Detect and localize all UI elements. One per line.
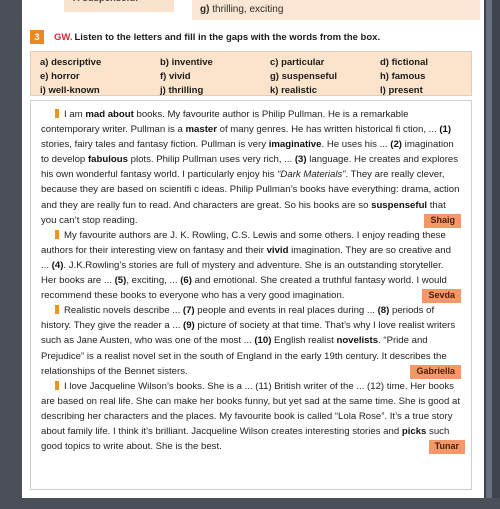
passage-text: stories, fairy tales and fantasy fiction… — [41, 139, 269, 151]
word-bank-item[interactable]: f) vivid — [160, 70, 270, 83]
author-name-badge: Sevda — [422, 289, 461, 304]
exercise-number-badge: 3 — [30, 30, 44, 44]
word-bank-grid: a) descriptive b) inventive c) particular d… — [31, 56, 471, 97]
word-bank-item[interactable]: c) particular — [270, 56, 380, 69]
passage-italic-text: “Dark Materials” — [277, 169, 346, 181]
passage-text: of many genres. He has written historica… — [216, 124, 440, 136]
previous-exercise-left-item: 7. suspenseful — [72, 0, 138, 4]
passage-text: I am — [64, 109, 86, 120]
paragraph-marker-icon — [55, 229, 59, 239]
passage-bold-text: mad about — [85, 109, 134, 120]
passage-bold-text: (5) — [114, 275, 127, 287]
exercise-heading: 3 GW. Listen to the letters and fill in … — [30, 29, 480, 45]
passage-text: Realistic novels describe ... — [64, 305, 183, 317]
passage-bold-text: picks — [401, 425, 427, 437]
passage-bold-text: (3) — [294, 154, 307, 166]
author-name-badge: Gabriella — [410, 364, 461, 379]
passage-bold-text: (4) — [51, 259, 64, 271]
previous-exercise-right-letter: g) — [200, 4, 210, 15]
word-bank-item[interactable]: h) famous — [380, 70, 480, 83]
bottom-gutter — [0, 498, 500, 509]
page-edge-shadow — [486, 0, 492, 498]
word-bank-item[interactable]: i) well-known — [40, 84, 160, 97]
passage-bold-text: (9) — [183, 320, 195, 332]
paragraph-marker-icon — [55, 305, 59, 315]
word-bank-box: a) descriptive b) inventive c) particular d… — [30, 51, 472, 96]
passage-paragraph-p1: I am mad about books. My favourite autho… — [41, 107, 461, 228]
textbook-page-sheet: 7. suspenseful g) thrilling, exciting 3 … — [22, 0, 484, 498]
passage-bold-text: novelists — [336, 335, 379, 347]
passage-bold-text: master — [185, 124, 217, 136]
paragraph-marker-icon — [55, 109, 59, 118]
passage-paragraph-p2: My favourite authors are J. K. Rowling, … — [41, 228, 461, 303]
passage-bold-text: (10) — [254, 335, 272, 347]
word-bank-item[interactable]: g) suspenseful — [270, 70, 380, 83]
word-bank-item[interactable]: k) realistic — [270, 84, 380, 97]
passage-bold-text: (8) — [377, 305, 390, 317]
passage-text: people and events in real places during … — [194, 305, 378, 317]
passage-text: , exciting, ... — [126, 275, 181, 287]
paragraph-marker-icon — [55, 380, 59, 390]
passage-bold-text: (7) — [182, 305, 195, 317]
passage-text: English realist — [271, 335, 337, 347]
passage-bold-text: imaginative — [268, 139, 322, 151]
passage-bold-text: (1) — [439, 124, 452, 136]
previous-exercise-right-item: g) thrilling, exciting — [200, 4, 283, 15]
passage-paragraph-p4: I love Jacqueline Wilson’s books. She is… — [41, 379, 461, 454]
passage-text: . He uses his ... — [321, 139, 391, 151]
word-bank-item[interactable]: b) inventive — [160, 56, 270, 69]
word-bank-item[interactable]: l) present — [380, 84, 480, 97]
passage-paragraph-p3: Realistic novels describe ... (7) people… — [41, 303, 461, 378]
author-name-badge: Tunar — [428, 440, 465, 455]
passage-text: plots. Philip Pullman uses very rich, ..… — [127, 154, 295, 166]
passage-bold-text: fabulous — [87, 154, 128, 166]
exercise-instruction: Listen to the letters and fill in the ga… — [74, 31, 381, 43]
passage-bold-text: (6) — [180, 275, 192, 287]
passage-bold-text: vivid — [266, 244, 289, 256]
previous-exercise-fragment: 7. suspenseful g) thrilling, exciting — [22, 0, 484, 22]
reading-passage: I am mad about books. My favourite autho… — [30, 100, 472, 490]
word-bank-item[interactable]: d) fictional — [380, 56, 480, 69]
word-bank-item[interactable]: j) thrilling — [160, 84, 270, 97]
exercise-tag-gw: GW. — [54, 31, 73, 43]
passage-bold-text: (2) — [390, 139, 403, 151]
previous-exercise-right-text: thrilling, exciting — [212, 4, 284, 15]
author-name-badge: Shaig — [424, 213, 461, 228]
word-bank-item[interactable]: a) descriptive — [40, 56, 160, 69]
passage-text: I love Jacqueline Wilson’s books. She is… — [41, 380, 460, 437]
passage-bold-text: suspenseful — [371, 199, 428, 211]
word-bank-item[interactable]: e) horror — [40, 70, 160, 83]
